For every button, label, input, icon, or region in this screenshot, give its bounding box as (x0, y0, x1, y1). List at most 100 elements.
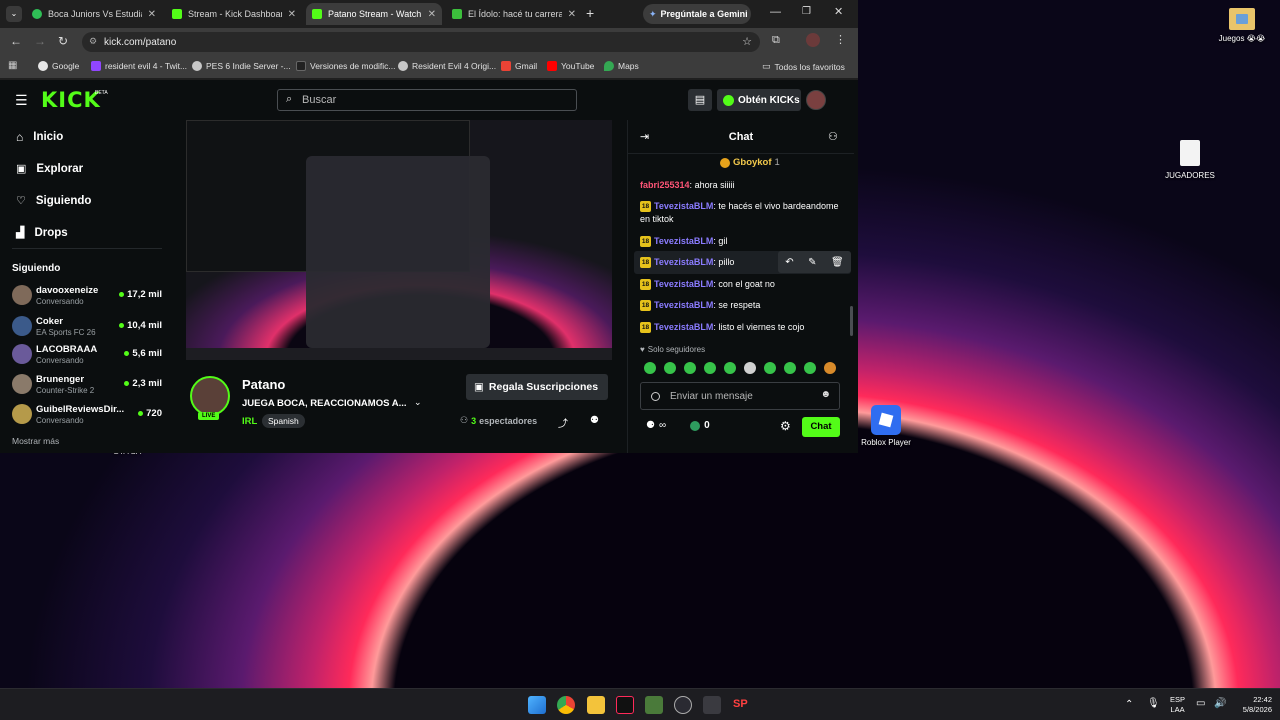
gift-subs-button[interactable]: ▣ Regala Suscripciones (466, 374, 608, 400)
browser-menu-icon[interactable]: ⋮ (835, 33, 846, 46)
volume-icon[interactable]: 🔊 (1214, 698, 1226, 709)
start-icon[interactable] (528, 696, 546, 714)
show-more-link[interactable]: Mostrar más (12, 436, 59, 446)
chat-username[interactable]: TevezistaBLM (654, 201, 713, 211)
language-tag[interactable]: Spanish (262, 414, 305, 428)
chat-message[interactable]: 18 TevezistaBLM: se respeta (640, 299, 840, 312)
hamburger-menu-icon[interactable]: ☰ (15, 92, 28, 109)
video-player[interactable] (186, 120, 612, 360)
following-item[interactable]: Brunenger Counter-Strike 2 2,3 mil (12, 372, 162, 398)
new-tab-button[interactable]: + (586, 5, 594, 21)
emote-icon[interactable] (804, 362, 816, 374)
user-avatar[interactable] (806, 90, 826, 110)
chat-input[interactable]: Enviar un mensaje ☻ (640, 382, 840, 410)
gemini-button[interactable]: ✦ Pregúntale a Gemini (643, 4, 751, 24)
nav-drops[interactable]: ▟ Drops (16, 226, 68, 240)
all-bookmarks[interactable]: ▭ Todos los favoritos (762, 61, 845, 72)
tab-close-icon[interactable]: ✕ (428, 9, 436, 20)
following-item[interactable]: davooxeneize Conversando 17,2 mil (12, 283, 162, 309)
tab-el-idolo[interactable]: El Ídolo: hacé tu carrera e ✕ (446, 3, 582, 25)
following-item[interactable]: Coker EA Sports FC 26 10,4 mil (12, 314, 162, 340)
bookmark-re4[interactable]: Resident Evil 4 Origi... (398, 61, 496, 71)
desktop-icon-juegos[interactable]: Juegos 😭😭 (1212, 8, 1272, 43)
bookmark-twitch[interactable]: resident evil 4 - Twit... (91, 61, 187, 71)
tab-patano-stream[interactable]: Patano Stream - Watch Li ✕ (306, 3, 442, 25)
clock[interactable]: 22:42 5/8/2026 (1232, 695, 1272, 715)
bookmark-pes6[interactable]: PES 6 Indie Server -... (192, 61, 291, 71)
search-input[interactable]: ⌕ Buscar (277, 89, 577, 111)
chat-settings-icon[interactable]: ⚙ (780, 419, 791, 433)
tab-close-icon[interactable]: ✕ (148, 9, 156, 20)
emote-icon[interactable] (684, 362, 696, 374)
tab-kick-dashboard[interactable]: Stream - Kick Dashboard ✕ (166, 3, 302, 25)
emote-icon[interactable] (724, 362, 736, 374)
streamer-avatar[interactable] (190, 376, 230, 416)
category-link[interactable]: IRL (242, 416, 257, 427)
bookmark-gmail[interactable]: Gmail (501, 61, 537, 71)
emote-icon[interactable] (824, 362, 836, 374)
chat-gift-icon[interactable] (651, 391, 660, 401)
kicks-icon[interactable] (690, 420, 701, 431)
tray-chevron-icon[interactable]: ⌃ (1125, 699, 1133, 710)
bookmark-maps[interactable]: Maps (604, 61, 639, 71)
extensions-icon[interactable]: ⧉ (772, 34, 780, 47)
emote-icon[interactable] (744, 362, 756, 374)
minimize-button[interactable]: — (770, 6, 781, 18)
delete-icon[interactable]: 🗑 (831, 257, 844, 268)
chat-scrollbar[interactable] (850, 306, 853, 336)
tab-search-button[interactable]: ⌄ (6, 6, 22, 22)
chevron-down-icon[interactable]: ⌄ (414, 397, 422, 408)
points-icon[interactable]: ⚈ (646, 420, 655, 431)
bookmark-google[interactable]: Google (38, 61, 79, 71)
follow-user-icon[interactable]: ⚉ (590, 415, 599, 426)
nav-siguiendo[interactable]: ♡ Siguiendo (16, 194, 91, 208)
close-window-button[interactable]: ✕ (834, 5, 843, 18)
reload-icon[interactable]: ↻ (58, 34, 68, 48)
nav-explorar[interactable]: ▣ Explorar (16, 162, 83, 176)
nav-inicio[interactable]: ⌂ Inicio (16, 130, 63, 144)
reply-icon[interactable]: ↶ (785, 257, 793, 268)
chat-username[interactable]: TevezistaBLM (654, 236, 713, 246)
emote-icon[interactable] (784, 362, 796, 374)
get-kicks-button[interactable]: Obtén KICKs (717, 89, 801, 111)
feed-button[interactable]: ▤ (688, 89, 712, 111)
chat-username[interactable]: TevezistaBLM (654, 257, 713, 267)
minecraft-icon[interactable] (645, 696, 663, 714)
tab-close-icon[interactable]: ✕ (288, 9, 296, 20)
profile-avatar[interactable] (806, 33, 820, 47)
bookmark-versiones[interactable]: Versiones de modific... (296, 61, 396, 71)
tools-icon[interactable] (703, 696, 721, 714)
tab-boca[interactable]: Boca Juniors Vs Estudiante ✕ (26, 3, 162, 25)
chat-username[interactable]: fabri255314 (640, 180, 690, 190)
chat-message[interactable]: 18 TevezistaBLM: gil (640, 235, 840, 248)
kick-logo[interactable]: KICK (41, 88, 101, 112)
chat-username[interactable]: TevezistaBLM (654, 300, 713, 310)
chat-message[interactable]: 18 TevezistaBLM: listo el viernes te cojo (640, 321, 840, 334)
chat-message[interactable]: 18 TevezistaBLM: con el goat no (640, 278, 840, 291)
sp-app-icon[interactable]: SP (733, 698, 748, 710)
chat-username[interactable]: TevezistaBLM (654, 322, 713, 332)
microphone-icon[interactable]: 🎙 (1147, 698, 1160, 709)
network-icon[interactable]: ▭ (1196, 698, 1205, 709)
tiktok-icon[interactable] (616, 696, 634, 714)
bookmark-star-icon[interactable]: ☆ (742, 35, 752, 48)
emote-icon[interactable] (664, 362, 676, 374)
file-explorer-icon[interactable] (587, 696, 605, 714)
pin-icon[interactable]: ✎ (808, 257, 816, 268)
emote-icon[interactable] (704, 362, 716, 374)
desktop-icon-jugadores[interactable]: JUGADORES (1162, 140, 1218, 180)
chat-users-icon[interactable]: ⚇ (828, 130, 838, 143)
emote-icon[interactable] (644, 362, 656, 374)
steam-icon[interactable] (674, 696, 692, 714)
emote-icon[interactable] (764, 362, 776, 374)
tab-close-icon[interactable]: ✕ (568, 9, 576, 20)
url-input[interactable]: ⚙ kick.com/patano ☆ (82, 32, 760, 52)
chat-message[interactable]: 18 TevezistaBLM: te hacés el vivo bardean… (640, 200, 840, 226)
desktop-icon-roblox[interactable]: Roblox Player (858, 405, 914, 447)
chrome-icon[interactable] (557, 696, 575, 714)
forward-icon[interactable]: → (34, 34, 46, 48)
streamer-name[interactable]: Patano (242, 377, 285, 392)
share-icon[interactable]: ⤴ (558, 415, 568, 430)
send-chat-button[interactable]: Chat (802, 417, 840, 437)
bookmark-youtube[interactable]: YouTube (547, 61, 594, 71)
